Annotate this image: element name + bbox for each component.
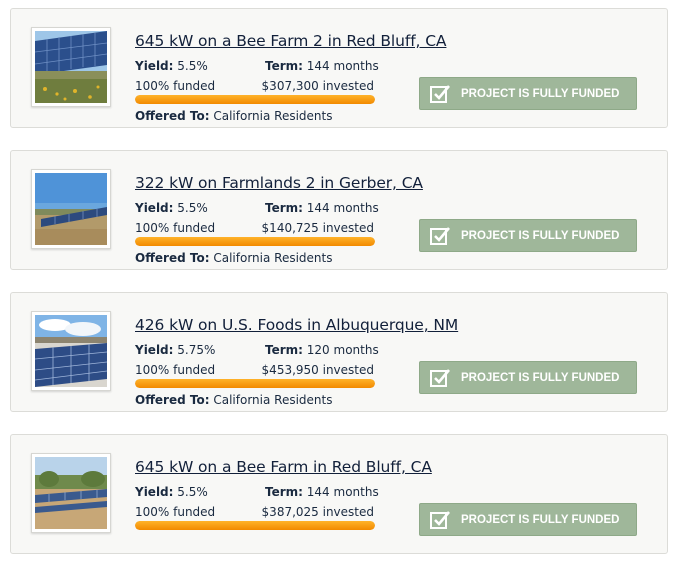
funded-percent: 100% funded <box>135 221 216 235</box>
offered-to-info: Offered To: California Residents <box>135 109 333 123</box>
fully-funded-label: PROJECT IS FULLY FUNDED <box>461 513 620 526</box>
funding-progress-fill <box>135 379 375 388</box>
offered-value: California Residents <box>213 251 333 265</box>
funding-progress-bar <box>135 379 375 388</box>
project-thumbnail[interactable] <box>31 311 111 391</box>
yield-info: Yield: 5.5% <box>135 59 208 73</box>
term-value: 144 months <box>306 59 379 73</box>
project-card: 322 kW on Farmlands 2 in Gerber, CA Yiel… <box>10 150 668 270</box>
funding-progress-fill <box>135 95 375 104</box>
fully-funded-button[interactable]: PROJECT IS FULLY FUNDED <box>419 503 637 536</box>
term-value: 144 months <box>306 201 379 215</box>
project-title-link[interactable]: 426 kW on U.S. Foods in Albuquerque, NM <box>135 316 458 334</box>
yield-value: 5.75% <box>177 343 216 357</box>
checkbox-icon <box>429 225 451 247</box>
term-info: Term: 144 months <box>265 485 379 499</box>
funded-percent: 100% funded <box>135 363 216 377</box>
solar-field-dirt-icon <box>35 457 107 529</box>
checkbox-icon <box>429 83 451 105</box>
funded-percent: 100% funded <box>135 79 216 93</box>
term-label: Term: <box>265 485 303 499</box>
fully-funded-label: PROJECT IS FULLY FUNDED <box>461 371 620 384</box>
yield-value: 5.5% <box>177 485 208 499</box>
project-title-link[interactable]: 322 kW on Farmlands 2 in Gerber, CA <box>135 174 423 192</box>
checkbox-icon <box>429 509 451 531</box>
yield-label: Yield: <box>135 59 174 73</box>
fully-funded-button[interactable]: PROJECT IS FULLY FUNDED <box>419 77 637 110</box>
fully-funded-button[interactable]: PROJECT IS FULLY FUNDED <box>419 219 637 252</box>
offered-label: Offered To: <box>135 109 210 123</box>
yield-info: Yield: 5.75% <box>135 343 215 357</box>
yield-label: Yield: <box>135 343 174 357</box>
fully-funded-label: PROJECT IS FULLY FUNDED <box>461 229 620 242</box>
amount-invested: $140,725 invested <box>261 221 374 235</box>
offered-to-info: Offered To: California Residents <box>135 393 333 407</box>
rooftop-solar-panels-icon <box>35 315 107 387</box>
project-card: 645 kW on a Bee Farm in Red Bluff, CA Yi… <box>10 434 668 554</box>
project-card: 426 kW on U.S. Foods in Albuquerque, NM … <box>10 292 668 412</box>
checkbox-icon <box>429 367 451 389</box>
funding-progress-fill <box>135 237 375 246</box>
yield-info: Yield: 5.5% <box>135 201 208 215</box>
amount-invested: $307,300 invested <box>261 79 374 93</box>
funding-progress-bar <box>135 95 375 104</box>
project-title-link[interactable]: 645 kW on a Bee Farm in Red Bluff, CA <box>135 458 432 476</box>
project-title-link[interactable]: 645 kW on a Bee Farm 2 in Red Bluff, CA <box>135 32 447 50</box>
funding-progress-bar <box>135 237 375 246</box>
term-label: Term: <box>265 59 303 73</box>
funding-progress-bar <box>135 521 375 530</box>
amount-invested: $453,950 invested <box>261 363 374 377</box>
yield-value: 5.5% <box>177 201 208 215</box>
term-info: Term: 144 months <box>265 59 379 73</box>
project-thumbnail[interactable] <box>31 169 111 249</box>
solar-field-farmland-icon <box>35 173 107 245</box>
yield-label: Yield: <box>135 485 174 499</box>
term-label: Term: <box>265 343 303 357</box>
fully-funded-button[interactable]: PROJECT IS FULLY FUNDED <box>419 361 637 394</box>
project-thumbnail[interactable] <box>31 27 111 107</box>
fully-funded-label: PROJECT IS FULLY FUNDED <box>461 87 620 100</box>
term-value: 144 months <box>306 485 379 499</box>
offered-value: California Residents <box>213 393 333 407</box>
amount-invested: $387,025 invested <box>261 505 374 519</box>
term-info: Term: 144 months <box>265 201 379 215</box>
term-info: Term: 120 months <box>265 343 379 357</box>
yield-value: 5.5% <box>177 59 208 73</box>
yield-label: Yield: <box>135 201 174 215</box>
offered-to-info: Offered To: California Residents <box>135 251 333 265</box>
offered-label: Offered To: <box>135 393 210 407</box>
term-value: 120 months <box>306 343 379 357</box>
project-card: 645 kW on a Bee Farm 2 in Red Bluff, CA … <box>10 8 668 128</box>
funding-progress-fill <box>135 521 375 530</box>
yield-info: Yield: 5.5% <box>135 485 208 499</box>
project-thumbnail[interactable] <box>31 453 111 533</box>
term-label: Term: <box>265 201 303 215</box>
solar-field-with-flowers-icon <box>35 31 107 103</box>
offered-label: Offered To: <box>135 251 210 265</box>
funded-percent: 100% funded <box>135 505 216 519</box>
offered-value: California Residents <box>213 109 333 123</box>
